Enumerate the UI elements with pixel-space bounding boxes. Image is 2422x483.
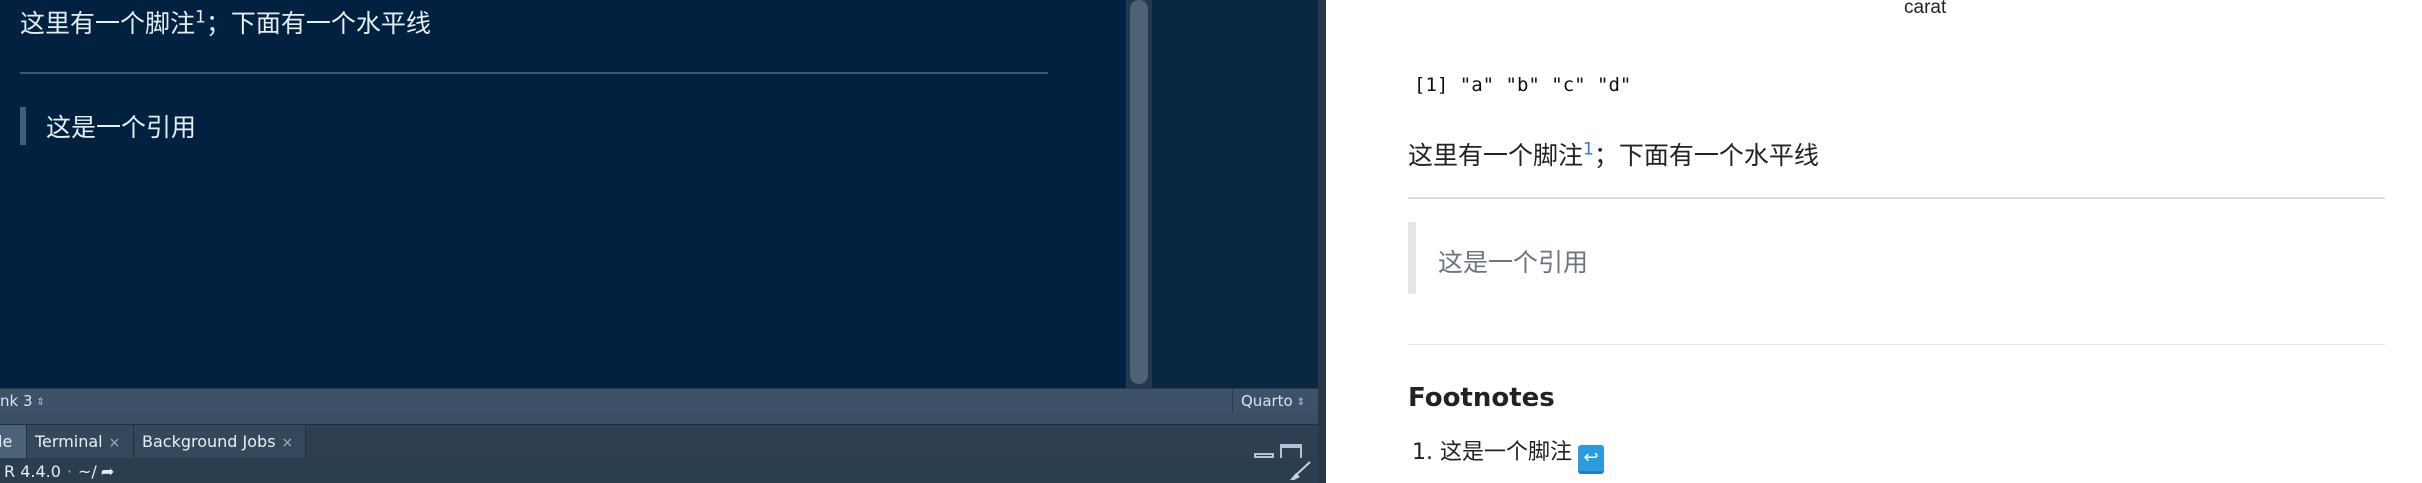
r-version: R 4.4.0 <box>4 462 61 481</box>
language-label: Quarto <box>1241 392 1293 410</box>
footnote-item: 1. 这是一个脚注 ↩ <box>1412 434 1605 474</box>
paragraph-text-after: ；下面有一个水平线 <box>1593 141 1819 170</box>
editor-horizontal-rule <box>20 72 1048 74</box>
language-updown-icon: ⇕ <box>1296 397 1306 408</box>
close-icon[interactable]: × <box>109 435 121 451</box>
clear-console-broom-icon[interactable] <box>1286 461 1312 481</box>
paragraph-text: 这里有一个脚注 <box>1408 141 1584 170</box>
console-tab-bar: le Terminal × Background Jobs × <box>0 424 1318 462</box>
editor-scrollbar-thumb[interactable] <box>1130 0 1148 384</box>
editor-line-text: 这里有一个脚注 <box>20 9 196 38</box>
chunk-navigator[interactable]: nk 3 ⇕ <box>0 392 45 410</box>
editor-line-text-after: ；下面有一个水平线 <box>205 9 431 38</box>
tab-bgjobs-label: Background Jobs <box>142 432 276 451</box>
editor-status-bar: nk 3 ⇕ Quarto ⇕ <box>0 388 1318 413</box>
blockquote-bar <box>1408 222 1416 294</box>
source-editor[interactable]: 这里有一个脚注1；下面有一个水平线 这是一个引用 <box>0 0 1126 388</box>
language-label-wrap: Quarto ⇕ <box>1241 392 1305 410</box>
tab-background-jobs[interactable]: Background Jobs × <box>134 425 306 458</box>
paragraph-with-footnote: 这里有一个脚注1；下面有一个水平线 <box>1408 136 1819 172</box>
language-selector[interactable]: Quarto ⇕ <box>1232 389 1319 413</box>
chunk-label: nk 3 <box>0 392 33 410</box>
close-icon[interactable]: × <box>282 435 294 451</box>
footnotes-separator <box>1408 344 2385 345</box>
working-directory[interactable]: ~/ <box>78 462 97 481</box>
editor-blockquote-text: 这是一个引用 <box>46 113 197 142</box>
console-pane: le Terminal × Background Jobs × R 4.4.0 · ~/… <box>0 412 1318 483</box>
footnote-ref-link[interactable]: 1 <box>1583 141 1594 170</box>
footnote-number: 1. <box>1412 440 1433 465</box>
chunk-updown-icon: ⇕ <box>36 397 45 408</box>
editor-footnote-marker: 1 <box>195 7 206 28</box>
share-arrow-icon[interactable]: ➦ <box>101 462 114 481</box>
horizontal-rule <box>1408 197 2385 199</box>
tab-console[interactable]: le <box>0 425 27 458</box>
blockquote-text: 这是一个引用 <box>1438 248 1589 277</box>
pane-splitter[interactable] <box>1318 0 1326 483</box>
rstudio-left-pane: 这里有一个脚注1；下面有一个水平线 这是一个引用 nk 3⇕ Quarto⇕ l… <box>0 0 1326 483</box>
tab-console-label: le <box>0 432 13 451</box>
tab-terminal-label: Terminal <box>35 432 103 451</box>
return-arrow-icon[interactable]: ↩ <box>1578 445 1605 474</box>
code-output: [1] "a" "b" "c" "d" <box>1414 74 1632 96</box>
editor-line-footnote: 这里有一个脚注1；下面有一个水平线 <box>20 4 431 40</box>
tab-terminal[interactable]: Terminal × <box>27 425 134 458</box>
console-info: R 4.4.0 · ~/➦ <box>4 462 114 481</box>
viewer-pane: carat [1] "a" "b" "c" "d" 这里有一个脚注1；下面有一个… <box>1326 0 2422 483</box>
plot-axis-label: carat <box>1904 0 1947 18</box>
footnote-text: 这是一个脚注 <box>1440 440 1573 465</box>
editor-blockquote-bar <box>20 107 26 145</box>
footnote-ref-marker: 1 <box>1583 139 1594 160</box>
editor-right-margin <box>1152 0 1326 388</box>
console-header: R 4.4.0 · ~/➦ <box>0 458 1318 483</box>
separator-dot: · <box>66 462 73 481</box>
footnotes-heading: Footnotes <box>1408 383 1555 413</box>
